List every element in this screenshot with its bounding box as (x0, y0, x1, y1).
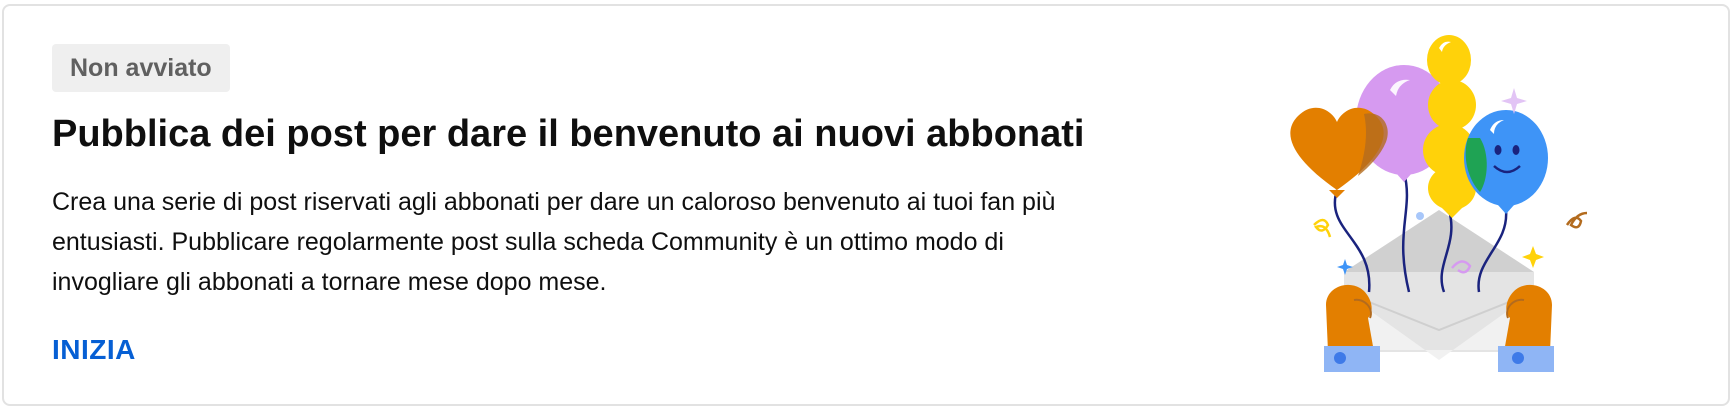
balloons-envelope-illustration (1290, 35, 1588, 372)
welcome-post-card: Non avviato Pubblica dei post per dare i… (2, 4, 1730, 406)
start-button[interactable]: INIZIA (52, 332, 136, 368)
card-description: Crea una serie di post riservati agli ab… (52, 188, 1056, 296)
status-badge: Non avviato (52, 44, 230, 92)
card-title: Pubblica dei post per dare il benvenuto … (52, 113, 1085, 155)
